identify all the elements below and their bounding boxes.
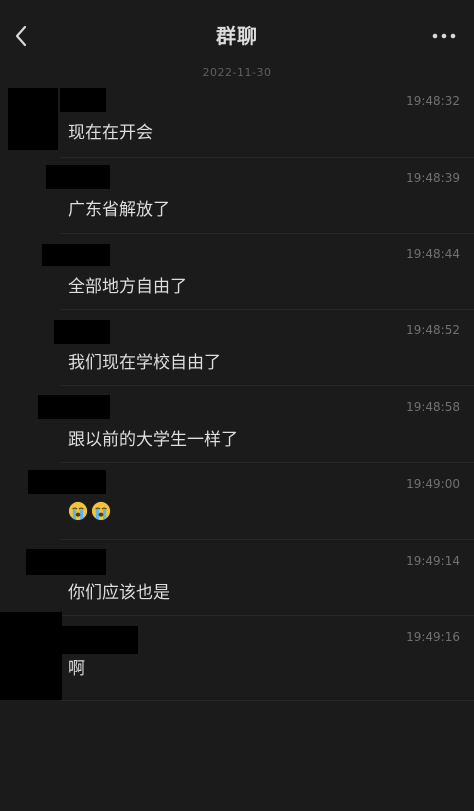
message-row[interactable]: 19:48:39 广东省解放了 [0,163,474,235]
sender-name-redacted [38,395,110,419]
navigation-bar: 群聊 [0,0,474,70]
sender-name-redacted [42,244,110,266]
message-row[interactable]: 19:49:16 啊 [0,612,474,704]
crying-face-emoji [91,501,111,521]
message-text: 你们应该也是 [68,583,170,603]
sender-name-redacted [60,88,106,112]
message-divider [60,539,474,540]
more-button[interactable] [430,24,458,48]
message-text: 啊 [68,659,85,679]
message-text: 全部地方自由了 [68,277,187,297]
message-time: 19:48:32 [406,94,460,108]
message-text: 现在在开会 [68,123,153,143]
avatar-redacted [8,88,58,150]
date-separator: 2022-11-30 [202,66,272,79]
message-text: 广东省解放了 [68,200,170,220]
message-divider [60,157,474,158]
message-time: 19:48:52 [406,323,460,337]
sender-name-redacted [28,470,106,494]
sender-name-redacted [62,626,138,654]
message-time: 19:49:00 [406,477,460,491]
crying-face-emoji [68,501,88,521]
message-time: 19:49:16 [406,630,460,644]
message-divider [60,309,474,310]
message-row[interactable]: 19:48:44 全部地方自由了 [0,240,474,312]
sender-name-redacted [46,165,110,189]
avatar-redacted [0,612,62,700]
message-row[interactable]: 19:48:52 我们现在学校自由了 [0,316,474,388]
message-row[interactable]: 19:49:00 [0,468,474,540]
message-time: 19:48:58 [406,400,460,414]
message-row[interactable]: 19:49:14 你们应该也是 [0,545,474,617]
message-row[interactable]: 19:48:32 现在在开会 [0,86,474,158]
message-divider [60,700,474,701]
message-time: 19:48:44 [406,247,460,261]
page-title: 群聊 [216,24,258,48]
message-text: 跟以前的大学生一样了 [68,430,238,450]
more-dots-icon [432,33,456,39]
message-divider [60,385,474,386]
message-row[interactable]: 19:48:58 跟以前的大学生一样了 [0,392,474,464]
sender-name-redacted [54,320,110,344]
message-text: 我们现在学校自由了 [68,353,221,373]
message-divider [60,462,474,463]
message-emoji-content [68,501,114,521]
message-time: 19:49:14 [406,554,460,568]
message-time: 19:48:39 [406,171,460,185]
message-divider [60,233,474,234]
sender-name-redacted [26,549,106,575]
